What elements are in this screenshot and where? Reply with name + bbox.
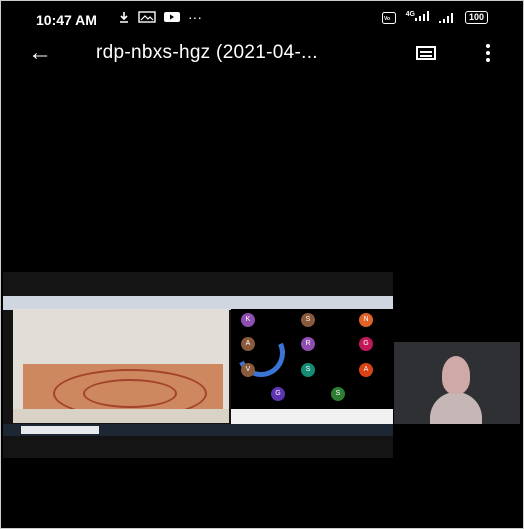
loading-spinner	[230, 322, 292, 384]
windows-taskbar	[3, 424, 393, 436]
svg-text:Vo: Vo	[384, 16, 390, 22]
self-view-video	[394, 342, 520, 424]
participant-avatar: V	[241, 363, 255, 377]
overflow-dots-icon: ···	[188, 9, 202, 25]
chat-icon[interactable]	[416, 46, 436, 60]
youtube-icon	[164, 12, 180, 22]
participant-avatar: S	[301, 363, 315, 377]
download-icon	[120, 12, 128, 23]
volte-icon: Vo	[381, 11, 396, 24]
network-type: 4G	[405, 11, 415, 18]
participant-avatar: N	[359, 313, 373, 327]
participant-avatar: S	[301, 313, 315, 327]
participant-avatar: A	[241, 337, 255, 351]
page-title: rdp-nbxs-hgz (2021-04-...	[96, 42, 318, 63]
battery-level: 100	[468, 12, 484, 22]
participant-avatar: S	[331, 387, 345, 401]
taskbar-search	[21, 426, 99, 434]
shared-document	[13, 309, 229, 419]
participant-avatar: R	[301, 337, 315, 351]
participant-avatar: A	[359, 363, 373, 377]
cycle-arrow-inner	[83, 379, 177, 408]
status-time: 10:47 AM	[36, 12, 97, 28]
signal-icon-2	[438, 12, 453, 23]
document-footer	[13, 409, 229, 423]
meeting-controls	[231, 409, 393, 425]
gallery-icon	[138, 11, 156, 23]
app-bar: ← rdp-nbxs-hgz (2021-04-...	[0, 38, 524, 72]
signal-icon: 4G	[406, 11, 429, 24]
status-bar: 10:47 AM ··· Vo 4G 100	[0, 0, 524, 38]
battery-icon: 100	[464, 11, 488, 24]
self-view-face	[442, 356, 470, 394]
browser-tabs-strip	[3, 296, 393, 310]
participant-avatar: K	[241, 313, 255, 327]
video-player[interactable]: K S N A R G V S A G S	[3, 272, 393, 458]
meeting-grid: K S N A R G V S A G S	[230, 309, 393, 409]
participant-avatar: G	[359, 337, 373, 351]
participant-avatar: G	[271, 387, 285, 401]
self-view-person	[430, 392, 482, 424]
arrow-left-icon[interactable]: ←	[28, 38, 52, 68]
more-vert-icon[interactable]	[486, 44, 490, 65]
